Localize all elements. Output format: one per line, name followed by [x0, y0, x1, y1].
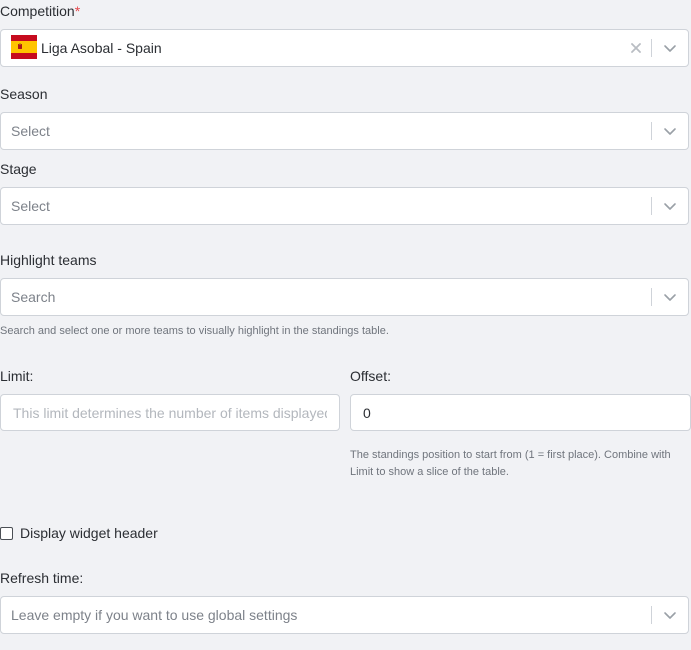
select-divider [651, 606, 652, 624]
highlight-teams-hint: Search and select one or more teams to v… [0, 325, 389, 337]
chevron-down-icon[interactable] [660, 38, 680, 58]
select-divider [651, 288, 652, 306]
select-divider [651, 197, 652, 215]
chevron-down-icon[interactable] [660, 196, 680, 216]
limit-label: Limit: [0, 368, 34, 384]
select-divider [651, 122, 652, 140]
competition-value: Liga Asobal - Spain [41, 40, 162, 56]
refresh-time-select[interactable]: Leave empty if you want to use global se… [0, 596, 689, 634]
refresh-time-placeholder: Leave empty if you want to use global se… [11, 607, 298, 623]
highlight-teams-label: Highlight teams [0, 252, 97, 268]
competition-label-text: Competition [0, 3, 75, 19]
highlight-teams-select[interactable]: Search [0, 278, 689, 316]
display-header-checkbox[interactable] [0, 527, 13, 540]
chevron-down-icon[interactable] [660, 121, 680, 141]
offset-hint: The standings position to start from (1 … [350, 449, 671, 478]
season-placeholder: Select [11, 123, 50, 139]
offset-input[interactable] [350, 394, 691, 431]
clear-icon[interactable] [628, 40, 644, 56]
season-label: Season [0, 86, 48, 102]
required-mark: * [74, 3, 81, 19]
competition-label: Competition* [0, 2, 80, 20]
chevron-down-icon[interactable] [660, 605, 680, 625]
select-divider [651, 39, 652, 57]
chevron-down-icon[interactable] [660, 287, 680, 307]
display-header-label[interactable]: Display widget header [20, 524, 158, 542]
stage-label: Stage [0, 161, 37, 177]
refresh-time-label: Refresh time: [0, 570, 84, 586]
stage-select[interactable]: Select [0, 187, 689, 225]
competition-select[interactable]: Liga Asobal - Spain [0, 29, 689, 67]
season-select[interactable]: Select [0, 112, 689, 150]
spain-flag-icon [11, 35, 37, 59]
offset-label: Offset: [350, 368, 391, 384]
limit-input[interactable] [0, 394, 340, 431]
stage-placeholder: Select [11, 198, 50, 214]
highlight-teams-placeholder: Search [11, 289, 56, 305]
